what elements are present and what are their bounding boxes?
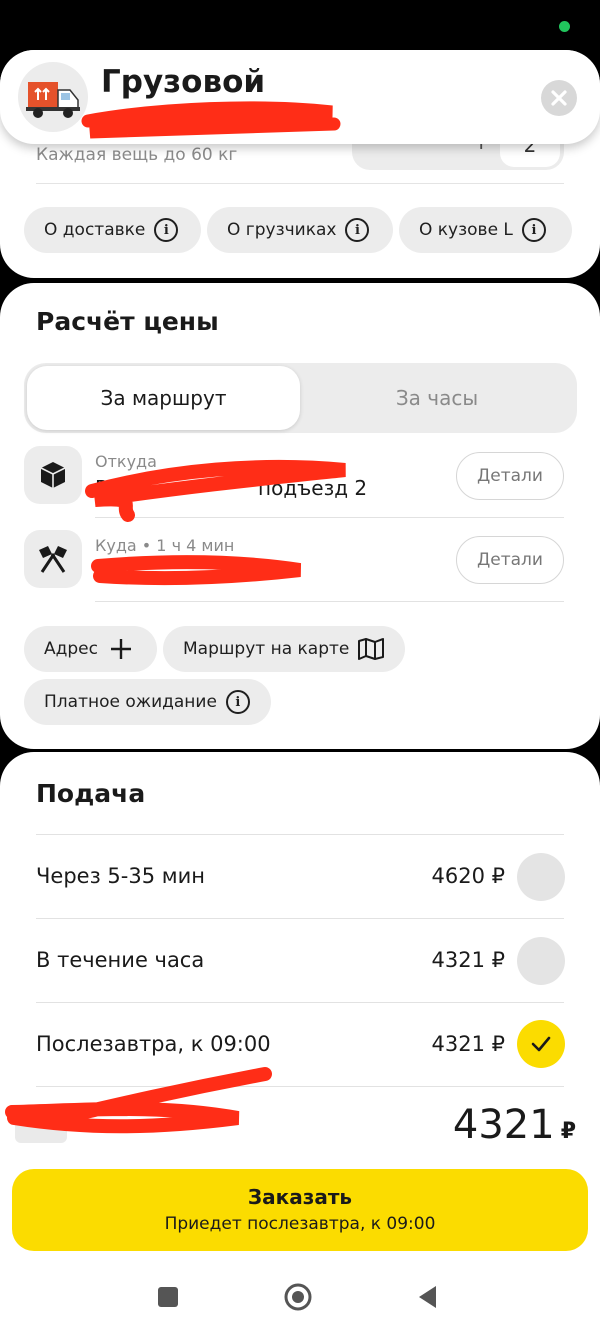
redaction-marks [5, 101, 346, 1134]
